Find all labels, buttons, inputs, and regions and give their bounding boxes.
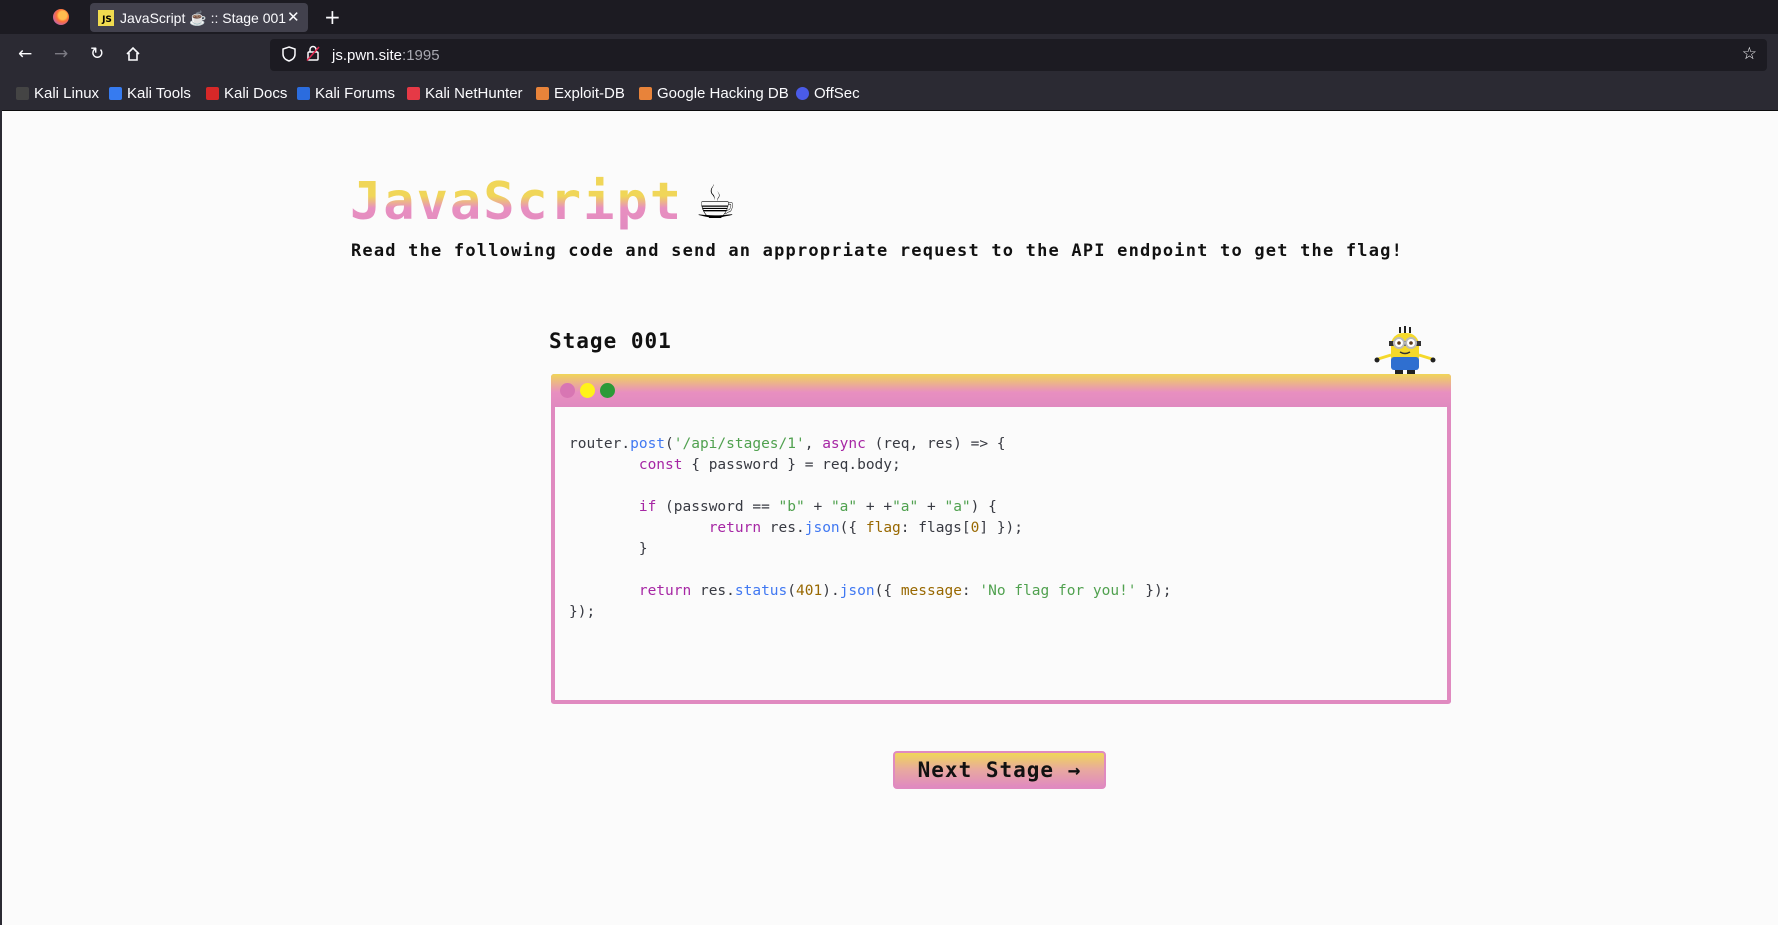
bookmark-label: Exploit-DB xyxy=(554,85,625,102)
stage-title: Stage 001 xyxy=(549,329,672,353)
new-tab-button[interactable]: + xyxy=(324,5,341,29)
page-header: JavaScript ☕ xyxy=(350,172,736,232)
code-block: router.post('/api/stages/1', async (req,… xyxy=(569,436,1172,620)
bookmark-exploit-db[interactable]: Exploit-DB xyxy=(536,85,625,102)
bookmark-kali-nethunter[interactable]: Kali NetHunter xyxy=(407,85,523,102)
bookmark-label: Kali Tools xyxy=(127,85,191,102)
kali-forums-icon xyxy=(297,87,310,100)
url-text[interactable]: js.pwn.site:1995 xyxy=(332,47,440,64)
lock-icon[interactable] xyxy=(306,45,320,66)
url-port: :1995 xyxy=(402,47,440,64)
kali-dragon-icon xyxy=(16,87,29,100)
offsec-icon xyxy=(796,87,809,100)
url-bar[interactable]: js.pwn.site:1995 ☆ xyxy=(270,39,1767,71)
kali-nethunter-icon xyxy=(407,87,420,100)
close-icon[interactable]: ✕ xyxy=(287,8,300,26)
coffee-cup-icon: ☕ xyxy=(695,175,737,229)
firefox-icon[interactable] xyxy=(53,9,69,25)
tab-title: JavaScript ☕ :: Stage 001 xyxy=(120,10,287,26)
window-maximize-dot-icon xyxy=(600,383,615,398)
bookmark-label: Kali Forums xyxy=(315,85,396,102)
shield-icon[interactable] xyxy=(282,46,296,66)
back-icon[interactable]: ← xyxy=(18,44,32,64)
navigation-bar: ← → ↻ js.pwn.site:1995 ☆ xyxy=(0,34,1778,76)
bookmark-kali-linux[interactable]: Kali Linux xyxy=(16,85,99,102)
minion-icon xyxy=(1374,326,1436,375)
ghdb-icon xyxy=(639,87,652,100)
page-subtitle: Read the following code and send an appr… xyxy=(351,241,1404,261)
bookmark-label: Kali Linux xyxy=(34,85,100,102)
reload-icon[interactable]: ↻ xyxy=(90,44,104,64)
forward-icon[interactable]: → xyxy=(54,44,68,64)
code-window-titlebar xyxy=(551,374,1451,407)
bookmark-label: Google Hacking DB xyxy=(657,85,789,102)
bookmark-label: Kali NetHunter xyxy=(425,85,523,102)
bookmark-offsec[interactable]: OffSec xyxy=(796,85,860,102)
bookmark-label: OffSec xyxy=(814,85,860,102)
url-host: js.pwn.site xyxy=(332,47,403,64)
tab-strip: JS JavaScript ☕ :: Stage 001 ✕ + xyxy=(0,0,1778,34)
bookmark-star-icon[interactable]: ☆ xyxy=(1742,44,1757,64)
bookmark-kali-forums[interactable]: Kali Forums xyxy=(297,85,395,102)
page-title: JavaScript xyxy=(350,172,684,232)
exploit-db-icon xyxy=(536,87,549,100)
window-minimize-dot-icon xyxy=(580,383,595,398)
bookmark-kali-docs[interactable]: Kali Docs xyxy=(206,85,287,102)
js-favicon-icon: JS xyxy=(98,10,114,26)
next-stage-button[interactable]: Next Stage → xyxy=(893,751,1106,789)
bookmark-kali-tools[interactable]: Kali Tools xyxy=(109,85,191,102)
bookmarks-toolbar: Kali Linux Kali Tools Kali Docs Kali For… xyxy=(0,76,1778,111)
bookmark-google-hacking-db[interactable]: Google Hacking DB xyxy=(639,85,789,102)
window-close-dot-icon xyxy=(560,383,575,398)
home-icon[interactable] xyxy=(125,46,141,67)
window-edge xyxy=(0,110,2,925)
kali-tools-icon xyxy=(109,87,122,100)
bookmark-label: Kali Docs xyxy=(224,85,288,102)
active-tab[interactable]: JS JavaScript ☕ :: Stage 001 ✕ xyxy=(90,3,308,32)
code-window: router.post('/api/stages/1', async (req,… xyxy=(551,374,1451,704)
kali-docs-icon xyxy=(206,87,219,100)
